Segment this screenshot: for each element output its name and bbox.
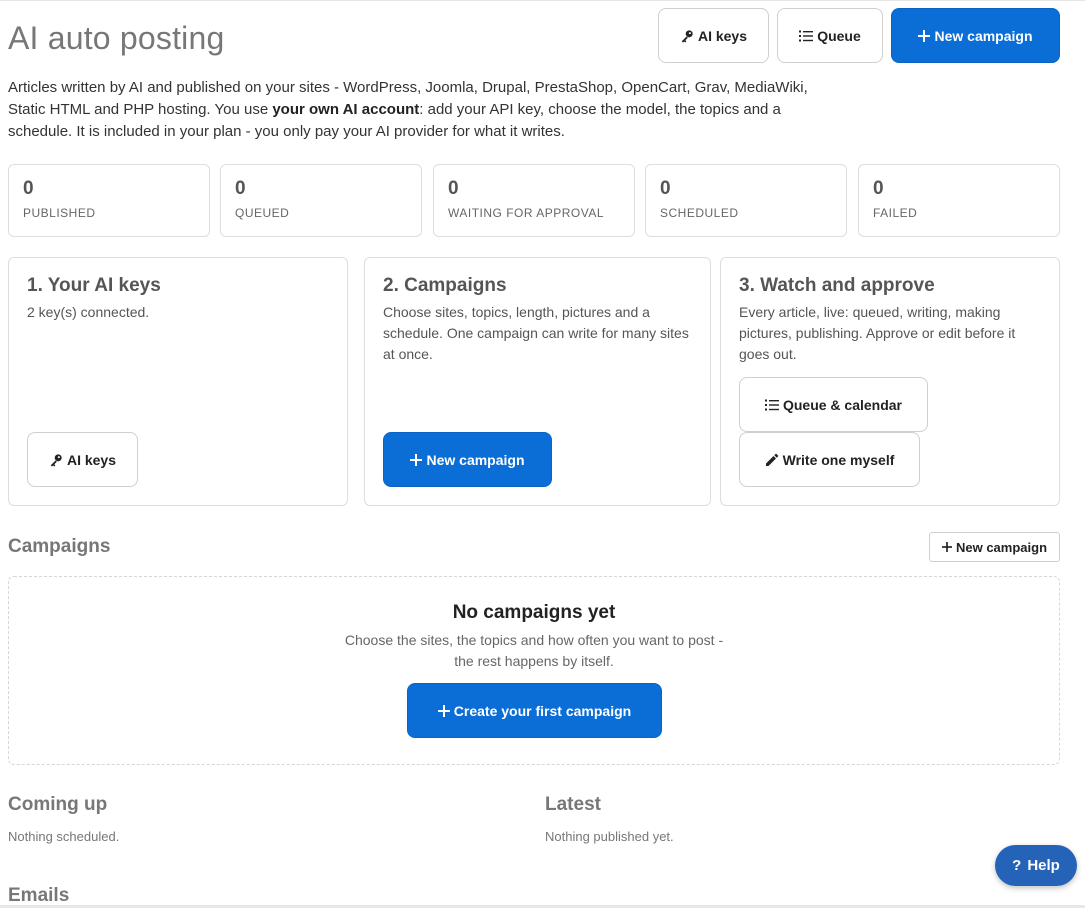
create-first-campaign-button[interactable]: Create your first campaign bbox=[407, 683, 662, 738]
help-label: Help bbox=[1027, 857, 1060, 874]
coming-up-text: Nothing scheduled. bbox=[8, 829, 120, 844]
card-new-campaign-button[interactable]: New campaign bbox=[383, 432, 552, 487]
new-campaign-label: New campaign bbox=[934, 27, 1033, 44]
plus-icon bbox=[941, 542, 952, 552]
list-icon bbox=[764, 399, 779, 411]
latest-title: Latest bbox=[545, 794, 601, 815]
key-icon bbox=[680, 29, 694, 43]
stat-value: 0 bbox=[23, 178, 34, 199]
intro-text: Articles written by AI and published on … bbox=[8, 77, 828, 143]
campaigns-empty-state: No campaigns yet Choose the sites, the t… bbox=[8, 576, 1060, 765]
button-label: Write one myself bbox=[782, 451, 895, 468]
button-label: New campaign bbox=[426, 451, 525, 468]
card-text: Every article, live: queued, writing, ma… bbox=[739, 304, 1016, 362]
page-title: AI auto posting bbox=[8, 20, 225, 56]
card-campaigns: 2. Campaigns Choose sites, topics, lengt… bbox=[364, 257, 711, 506]
stat-value: 0 bbox=[873, 178, 884, 199]
button-label: New campaign bbox=[955, 539, 1048, 555]
stat-published: 0 PUBLISHED bbox=[8, 164, 210, 237]
card-text: Choose sites, topics, length, pictures a… bbox=[383, 304, 689, 362]
stat-failed: 0 FAILED bbox=[858, 164, 1060, 237]
page-header: AI auto posting AI keys Queue New campai… bbox=[8, 8, 1060, 64]
empty-line-1: Choose the sites, the topics and how oft… bbox=[344, 632, 724, 648]
stat-queued: 0 QUEUED bbox=[220, 164, 422, 237]
stat-label: SCHEDULED bbox=[660, 206, 739, 220]
plus-icon bbox=[918, 29, 931, 42]
card-title: 3. Watch and approve bbox=[739, 275, 935, 296]
plus-icon bbox=[410, 453, 423, 466]
button-label: AI keys bbox=[66, 451, 117, 468]
queue-label: Queue bbox=[817, 27, 861, 44]
empty-description: Choose the sites, the topics and how oft… bbox=[9, 630, 1059, 672]
button-label: Create your first campaign bbox=[453, 702, 632, 719]
stat-label: FAILED bbox=[873, 206, 918, 220]
queue-button[interactable]: Queue bbox=[777, 8, 883, 63]
top-border bbox=[0, 0, 1085, 1]
card-ai-keys-button[interactable]: AI keys bbox=[27, 432, 138, 487]
campaigns-section-title: Campaigns bbox=[8, 536, 111, 557]
key-icon bbox=[49, 453, 63, 467]
plus-icon bbox=[437, 704, 450, 717]
empty-title: No campaigns yet bbox=[452, 602, 616, 623]
stat-value: 0 bbox=[660, 178, 671, 199]
latest-text: Nothing published yet. bbox=[545, 829, 674, 844]
card-watch-approve: 3. Watch and approve Every article, live… bbox=[720, 257, 1060, 506]
intro-bold: your own AI account bbox=[272, 101, 420, 118]
stat-value: 0 bbox=[235, 178, 246, 199]
pencil-icon bbox=[765, 453, 779, 467]
write-one-myself-button[interactable]: Write one myself bbox=[739, 432, 920, 487]
stat-label: QUEUED bbox=[235, 206, 290, 220]
button-label: Queue & calendar bbox=[782, 396, 903, 413]
card-title: 2. Campaigns bbox=[383, 275, 507, 296]
card-ai-keys: 1. Your AI keys 2 key(s) connected. AI k… bbox=[8, 257, 348, 506]
campaigns-new-button[interactable]: New campaign bbox=[929, 532, 1060, 562]
help-button[interactable]: ? Help bbox=[995, 845, 1077, 886]
empty-line-2: the rest happens by itself. bbox=[454, 653, 614, 669]
stat-label: PUBLISHED bbox=[23, 206, 96, 220]
question-icon: ? bbox=[1012, 857, 1022, 874]
coming-up-title: Coming up bbox=[8, 794, 108, 815]
ai-keys-label: AI keys bbox=[697, 27, 748, 44]
stat-value: 0 bbox=[448, 178, 459, 199]
queue-calendar-button[interactable]: Queue & calendar bbox=[739, 377, 928, 432]
new-campaign-button[interactable]: New campaign bbox=[891, 8, 1060, 63]
card-text: 2 key(s) connected. bbox=[27, 304, 150, 320]
stat-label: WAITING FOR APPROVAL bbox=[448, 206, 605, 220]
stat-scheduled: 0 SCHEDULED bbox=[645, 164, 847, 237]
emails-title: Emails bbox=[8, 885, 70, 906]
list-icon bbox=[799, 30, 814, 42]
ai-keys-button[interactable]: AI keys bbox=[658, 8, 769, 63]
card-title: 1. Your AI keys bbox=[27, 275, 161, 296]
stat-waiting-for-approval: 0 WAITING FOR APPROVAL bbox=[433, 164, 635, 237]
